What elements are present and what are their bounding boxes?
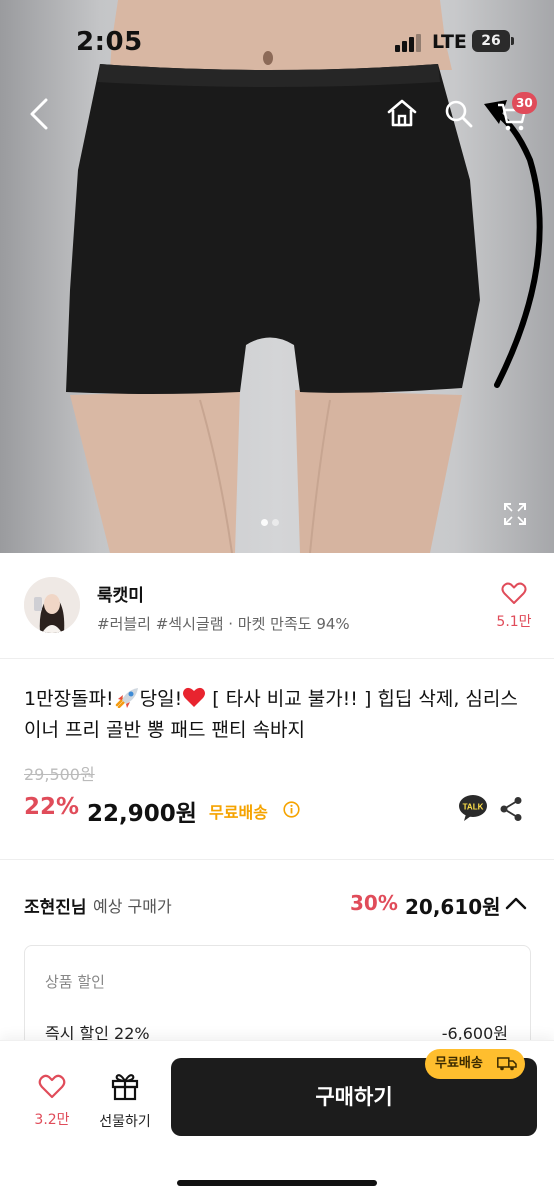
like-button[interactable]: 3.2만 xyxy=(30,1073,74,1129)
free-shipping-label: 무료배송 xyxy=(209,803,268,822)
discount-rate: 22% xyxy=(24,794,80,820)
sale-price: 22,900원 xyxy=(87,801,197,827)
signal-icon xyxy=(395,34,421,52)
talk-label: TALK xyxy=(463,803,484,812)
expected-price-label: 예상 구매가 xyxy=(93,897,172,916)
expand-icon[interactable] xyxy=(503,502,527,526)
product-info: 1만장돌파! 당일! [ 타사 비교 불가!! ] 힙딥 삭제, 심리스 이너 프… xyxy=(0,660,554,860)
status-time: 2:05 xyxy=(76,27,143,57)
gift-button[interactable]: 선물하기 xyxy=(94,1071,156,1131)
seller-section[interactable]: 룩캣미 #러블리 #섹시글램 · 마켓 만족도 94% 5.1만 xyxy=(0,553,554,659)
battery-level: 26 xyxy=(481,33,501,49)
seller-name[interactable]: 룩캣미 xyxy=(97,581,144,606)
expected-discount-rate: 30% xyxy=(350,891,398,915)
expected-price-row[interactable]: 조현진님 예상 구매가 30% 20,610원 xyxy=(0,860,554,940)
product-title-part1: 1만장돌파! xyxy=(24,688,114,710)
rocket-icon xyxy=(115,688,138,708)
truck-icon xyxy=(497,1057,517,1071)
product-title: 1만장돌파! 당일! [ 타사 비교 불가!! ] 힙딥 삭제, 심리스 이너 프… xyxy=(24,684,539,746)
free-shipping-badge: 무료배송 xyxy=(425,1049,525,1079)
back-icon[interactable] xyxy=(26,96,52,132)
seller-avatar[interactable] xyxy=(24,577,80,633)
home-indicator xyxy=(177,1180,377,1186)
product-photo xyxy=(66,0,543,553)
network-label: LTE xyxy=(432,31,467,53)
red-heart-icon xyxy=(183,687,206,707)
heart-icon xyxy=(501,582,527,604)
info-icon[interactable] xyxy=(283,801,300,818)
expected-price-value: 20,610원 xyxy=(405,895,501,919)
free-shipping-badge-label: 무료배송 xyxy=(435,1056,483,1071)
original-price: 29,500원 xyxy=(24,765,95,784)
like-count: 3.2만 xyxy=(34,1112,70,1128)
buyer-name: 조현진님 xyxy=(24,898,87,918)
seller-tags: #러블리 #섹시글램 · 마켓 만족도 94% xyxy=(97,615,350,633)
carousel-dot xyxy=(272,519,279,526)
battery-cap xyxy=(511,37,514,45)
gift-label: 선물하기 xyxy=(99,1114,151,1130)
product-image[interactable]: 2:05 LTE 26 30 xyxy=(0,0,554,553)
cart-count-badge: 30 xyxy=(512,92,537,114)
discount-heading: 상품 할인 xyxy=(45,973,105,991)
seller-like-button[interactable]: 5.1만 xyxy=(494,581,534,631)
product-title-part2: 당일! xyxy=(139,688,183,710)
heart-icon xyxy=(38,1074,66,1099)
gift-icon xyxy=(111,1074,139,1101)
seller-avatar-image xyxy=(24,577,80,633)
kakao-talk-button[interactable]: TALK xyxy=(458,794,488,822)
carousel-dot xyxy=(261,519,268,526)
search-icon[interactable] xyxy=(444,99,474,129)
battery-icon: 26 xyxy=(472,30,510,52)
bottom-action-bar: 3.2만 선물하기 구매하기 무료배송 xyxy=(0,1040,554,1200)
seller-like-count: 5.1만 xyxy=(496,614,532,630)
chevron-up-icon[interactable] xyxy=(504,895,528,911)
share-icon[interactable] xyxy=(499,796,523,822)
status-bar: 2:05 LTE 26 xyxy=(0,0,554,80)
home-icon[interactable] xyxy=(386,97,418,129)
